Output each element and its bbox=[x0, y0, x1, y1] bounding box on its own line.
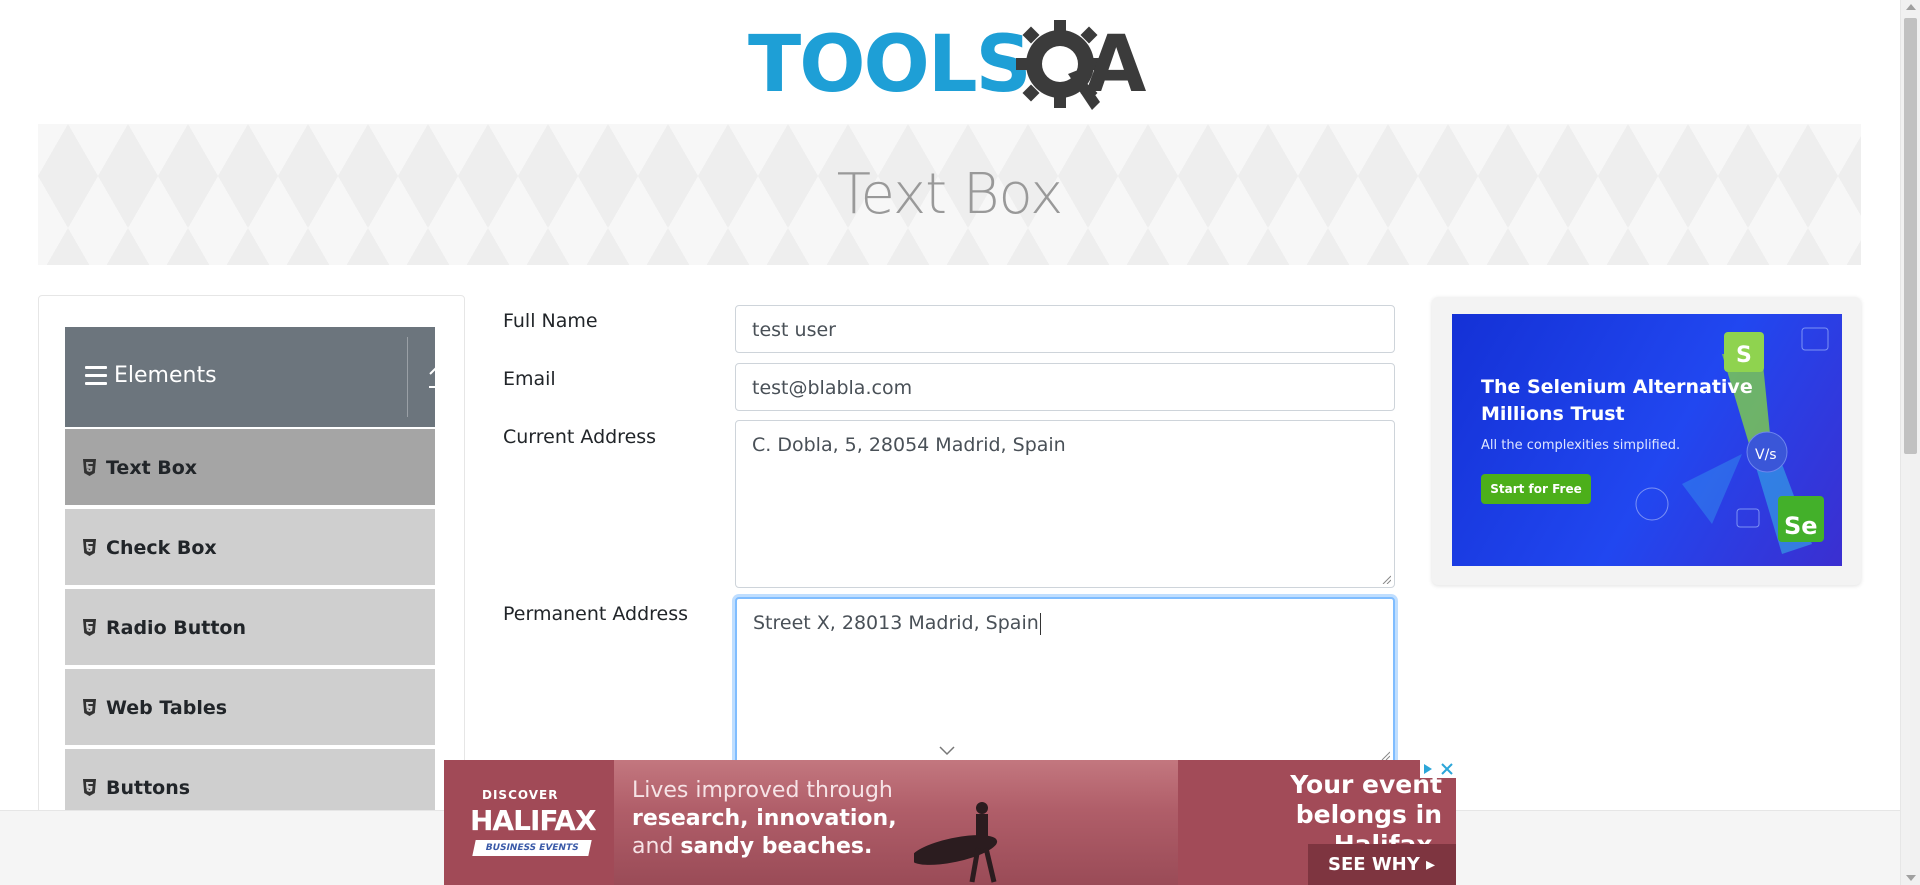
permanent-address-label: Permanent Address bbox=[503, 603, 689, 625]
page-title: Text Box bbox=[836, 162, 1063, 227]
see-why-button[interactable]: SEE WHY ▸ bbox=[1308, 844, 1456, 885]
current-address-value: C. Dobla, 5, 28054 Madrid, Spain bbox=[752, 434, 1066, 456]
full-name-value: test user bbox=[752, 319, 836, 341]
email-value: test@blabla.com bbox=[752, 377, 913, 399]
full-name-input[interactable]: test user bbox=[735, 305, 1395, 353]
full-name-label: Full Name bbox=[503, 310, 598, 332]
halifax-brand: HALIFAX bbox=[470, 804, 597, 837]
bottom-ad[interactable]: DISCOVER HALIFAX BUSINESS EVENTS Lives i… bbox=[444, 760, 1456, 885]
sidebar: Elements Text Box Check Box Radio Button… bbox=[38, 295, 465, 885]
sidebar-item-text-box[interactable]: Text Box bbox=[65, 427, 435, 505]
sidebar-item-label: Buttons bbox=[106, 777, 191, 799]
logo-text: TOOLS bbox=[748, 20, 1032, 110]
sidebar-item-label: Check Box bbox=[106, 537, 217, 559]
html5-icon bbox=[83, 779, 96, 796]
halifax-logo: DISCOVER HALIFAX BUSINESS EVENTS bbox=[444, 760, 614, 885]
hamburger-icon bbox=[85, 366, 107, 386]
permanent-address-value: Street X, 28013 Madrid, Spain bbox=[753, 612, 1039, 634]
sidebar-item-label: Radio Button bbox=[106, 617, 246, 639]
email-input[interactable]: test@blabla.com bbox=[735, 363, 1395, 411]
sidebar-item-label: Web Tables bbox=[106, 697, 228, 719]
right-ad-subline: All the complexities simplified. bbox=[1481, 438, 1681, 453]
current-address-textarea[interactable]: C. Dobla, 5, 28054 Madrid, Spain bbox=[735, 420, 1395, 588]
html5-icon bbox=[83, 459, 96, 476]
see-why-label: SEE WHY bbox=[1328, 854, 1420, 875]
sidebar-group-title: Elements bbox=[114, 363, 217, 388]
permanent-address-textarea[interactable]: Street X, 28013 Madrid, Spain bbox=[735, 597, 1395, 765]
sidebar-group-elements[interactable]: Elements bbox=[65, 327, 445, 427]
business-events-label: BUSINESS EVENTS bbox=[472, 840, 592, 856]
collapse-up-icon[interactable] bbox=[415, 327, 461, 427]
right-ad[interactable]: S V/s Se The Selenium Alternative Millio… bbox=[1452, 314, 1842, 566]
right-ad-headline: The Selenium Alternative Millions Trust bbox=[1481, 376, 1753, 425]
scrollbar-thumb[interactable] bbox=[1904, 18, 1917, 454]
html5-icon bbox=[83, 619, 96, 636]
page-scrollbar[interactable] bbox=[1900, 0, 1920, 885]
scroll-up-arrow-icon[interactable] bbox=[1906, 4, 1916, 10]
ad-line-3-prefix: and bbox=[632, 834, 681, 859]
page-banner: Text Box bbox=[38, 124, 1861, 265]
email-label: Email bbox=[503, 368, 556, 390]
text-caret bbox=[1039, 612, 1041, 635]
svg-text:V/s: V/s bbox=[1755, 447, 1777, 463]
sidebar-item-label: Text Box bbox=[106, 457, 198, 479]
sidebar-item-radio-button[interactable]: Radio Button bbox=[65, 587, 435, 665]
html5-icon bbox=[83, 539, 96, 556]
logo-a: A bbox=[1086, 20, 1147, 110]
start-for-free-button[interactable]: Start for Free bbox=[1481, 474, 1591, 504]
sidebar-item-web-tables[interactable]: Web Tables bbox=[65, 667, 435, 745]
surfer-image bbox=[914, 802, 998, 883]
ad-line-3-bold: sandy beaches. bbox=[680, 834, 873, 859]
ad-line-1: Lives improved through bbox=[632, 778, 893, 803]
ad-line-3: and sandy beaches. bbox=[632, 834, 872, 859]
ad-line-2: research, innovation, bbox=[632, 806, 897, 831]
current-address-label: Current Address bbox=[503, 426, 657, 448]
toolsqa-logo[interactable]: TOOLS A bbox=[748, 18, 1154, 114]
ad-choices-icon[interactable] bbox=[1420, 760, 1456, 778]
resize-grip-icon[interactable] bbox=[1381, 574, 1391, 584]
svg-text:S: S bbox=[1736, 343, 1752, 368]
discover-label: DISCOVER bbox=[482, 788, 559, 802]
resize-grip-icon[interactable] bbox=[1380, 750, 1390, 760]
header-divider bbox=[407, 337, 408, 417]
html5-icon bbox=[83, 699, 96, 716]
sidebar-item-check-box[interactable]: Check Box bbox=[65, 507, 435, 585]
chevron-down-icon[interactable] bbox=[938, 744, 956, 756]
svg-text:Se: Se bbox=[1784, 512, 1818, 540]
scroll-down-arrow-icon[interactable] bbox=[1906, 875, 1916, 881]
